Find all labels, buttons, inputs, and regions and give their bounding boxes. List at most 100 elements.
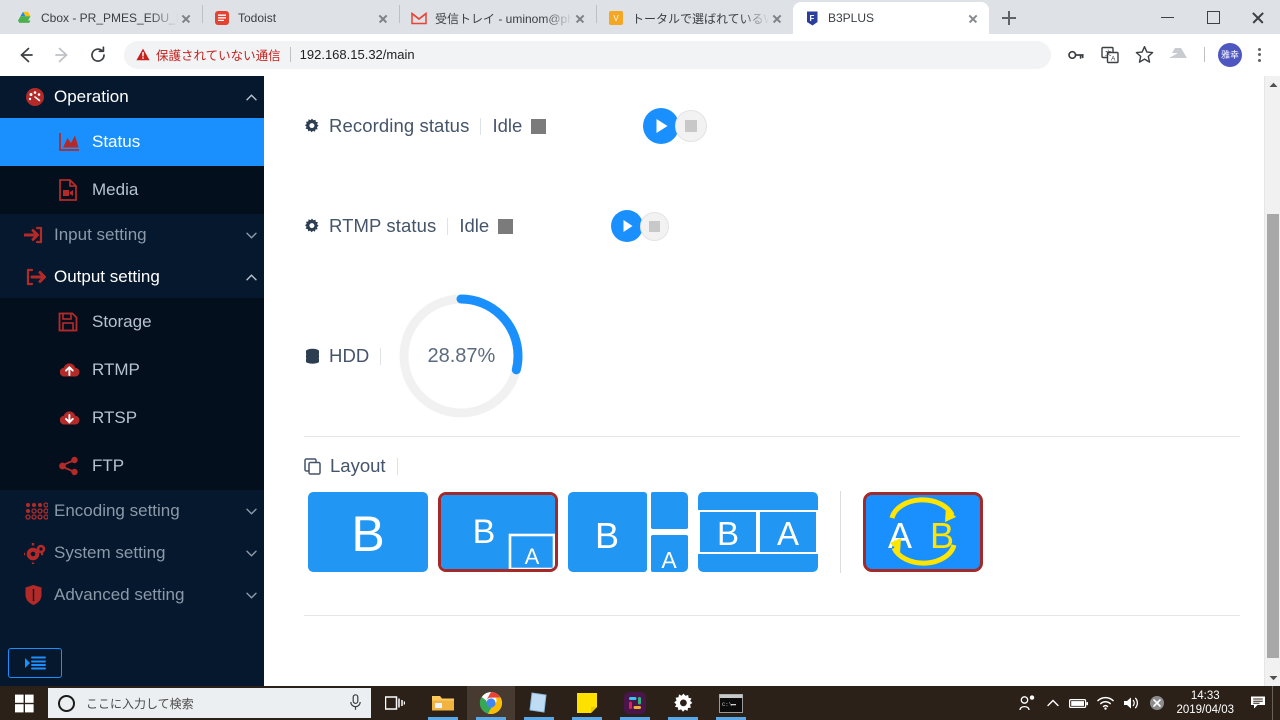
show-hidden-icons-icon[interactable] [1040, 686, 1066, 720]
scrollbar-thumb[interactable] [1267, 214, 1279, 658]
v-cube-icon: V [608, 10, 624, 26]
chevron-down-icon [238, 550, 264, 557]
sidebar-group-operation[interactable]: Operation [0, 76, 264, 118]
sidebar-item-status[interactable]: Status [0, 118, 264, 166]
system-tray: 14:33 2019/04/03 [1014, 686, 1280, 720]
tab-close-icon[interactable] [572, 10, 588, 26]
layout-option-swap-a-b[interactable]: A B [863, 492, 983, 572]
shield-icon [24, 584, 54, 606]
layout-option-full-b[interactable]: B [308, 492, 428, 572]
sidebar-collapse-icon[interactable] [8, 648, 62, 678]
scroll-up-arrow-icon[interactable] [1265, 76, 1280, 93]
windows-start-icon[interactable] [0, 686, 48, 720]
browser-tab[interactable]: V トータルで選ばれているWeb会 [597, 2, 793, 34]
sidebar-group-label: System setting [54, 543, 166, 562]
layout-group-divider [840, 491, 841, 573]
taskbar-clock[interactable]: 14:33 2019/04/03 [1170, 689, 1244, 717]
svg-text:B: B [351, 506, 384, 562]
minimize-button[interactable] [1145, 0, 1190, 34]
file-explorer-icon[interactable] [419, 686, 467, 720]
address-bar[interactable]: 保護されていない通信 192.168.15.32/main [124, 40, 1051, 69]
settings-gear-icon[interactable] [659, 686, 707, 720]
page-scrollbar[interactable] [1264, 76, 1280, 686]
toolbar-divider [1204, 47, 1205, 62]
svg-text:C:\: C:\ [722, 701, 732, 708]
layout-header: Layout [304, 455, 1252, 477]
url-host: 192.168.15.32 [299, 47, 383, 62]
back-button[interactable] [10, 39, 42, 71]
wifi-icon[interactable] [1092, 686, 1118, 720]
sidebar-item-rtmp[interactable]: RTMP [0, 346, 264, 394]
sidebar-item-label: RTSP [92, 408, 138, 427]
close-window-button[interactable] [1235, 0, 1280, 34]
hdd-usage-gauge: 28.87% [396, 291, 526, 421]
reload-button[interactable] [82, 39, 114, 71]
drive-upload-icon[interactable] [1163, 40, 1193, 70]
slack-icon[interactable] [611, 686, 659, 720]
browser-tab-active[interactable]: F B3PLUS [793, 2, 989, 34]
sidebar-item-storage[interactable]: Storage [0, 298, 264, 346]
sidebar-item-media[interactable]: Media [0, 166, 264, 214]
layout-option-b-with-pip-a[interactable]: B A [438, 492, 558, 572]
stop-rtmp-button[interactable] [640, 211, 670, 241]
window-controls [1145, 0, 1280, 34]
media-file-icon [58, 179, 92, 201]
scroll-down-arrow-icon[interactable] [1265, 669, 1280, 686]
layout-section: Layout B B A B A B A A B [292, 437, 1252, 573]
microphone-icon[interactable] [349, 694, 363, 712]
new-tab-button[interactable] [995, 4, 1023, 32]
sidebar-group-system-setting[interactable]: System setting [0, 532, 264, 574]
tab-close-icon[interactable] [375, 10, 391, 26]
tab-close-icon[interactable] [965, 10, 981, 26]
sidebar-submenu-output: Storage RTMP RTSP FTP [0, 298, 264, 490]
show-desktop-button[interactable] [1272, 686, 1278, 720]
cloud-upload-icon [58, 361, 92, 379]
start-recording-button[interactable] [643, 108, 680, 144]
tab-close-icon[interactable] [769, 10, 785, 26]
browser-tab[interactable]: 受信トレイ - uminom@photr [400, 2, 596, 34]
stop-recording-button[interactable] [675, 110, 708, 142]
error-badge-icon[interactable] [1144, 686, 1170, 720]
sidebar-item-ftp[interactable]: FTP [0, 442, 264, 490]
sidebar-group-input-setting[interactable]: Input setting [0, 214, 264, 256]
translate-icon[interactable]: 文A [1095, 40, 1125, 70]
google-chrome-icon[interactable] [467, 686, 515, 720]
forward-button[interactable] [46, 39, 78, 71]
b3plus-icon: F [804, 10, 820, 26]
sidebar-group-output-setting[interactable]: Output setting [0, 256, 264, 298]
sidebar-group-advanced-setting[interactable]: Advanced setting [0, 574, 264, 616]
sidebar-item-rtsp[interactable]: RTSP [0, 394, 264, 442]
layout-option-b-sidebar-a[interactable]: B A [568, 492, 688, 572]
browser-tab[interactable]: Todoist [203, 2, 399, 34]
tab-close-icon[interactable] [178, 10, 194, 26]
command-prompt-icon[interactable]: C:\ [707, 686, 755, 720]
notepad-icon[interactable] [563, 686, 611, 720]
svg-text:V: V [613, 14, 619, 23]
bookmark-star-icon[interactable] [1129, 40, 1159, 70]
password-key-icon[interactable] [1061, 40, 1091, 70]
chrome-menu-button[interactable] [1246, 40, 1272, 70]
sidebar-group-encoding-setting[interactable]: Encoding setting [0, 490, 264, 532]
action-center-icon[interactable] [1244, 686, 1272, 720]
browser-tab[interactable]: Cbox - PR_PMES_EDU_PRIV [6, 2, 202, 34]
battery-icon[interactable] [1066, 686, 1092, 720]
sticky-notes-icon[interactable] [515, 686, 563, 720]
browser-toolbar: 保護されていない通信 192.168.15.32/main 文A 雅幸 [0, 34, 1280, 76]
svg-text:A: A [1111, 55, 1116, 62]
start-rtmp-button[interactable] [611, 210, 644, 242]
people-icon[interactable] [1014, 686, 1040, 720]
volume-icon[interactable] [1118, 686, 1144, 720]
layout-option-b-and-a-split[interactable]: B A [698, 492, 818, 572]
copy-icon [304, 457, 321, 475]
tab-title: Cbox - PR_PMES_EDU_PRIV [41, 11, 178, 25]
search-input[interactable]: ここに入力して検索 [48, 688, 371, 718]
tab-title: B3PLUS [828, 11, 875, 25]
area-chart-icon [58, 132, 92, 152]
label-value-divider [447, 217, 449, 235]
maximize-button[interactable] [1190, 0, 1235, 34]
section-divider-bottom [304, 615, 1240, 616]
recording-state-swatch [531, 118, 547, 134]
recording-status-row: Recording status Idle [292, 76, 1252, 176]
task-view-icon[interactable] [371, 686, 419, 720]
profile-avatar[interactable]: 雅幸 [1218, 42, 1242, 67]
